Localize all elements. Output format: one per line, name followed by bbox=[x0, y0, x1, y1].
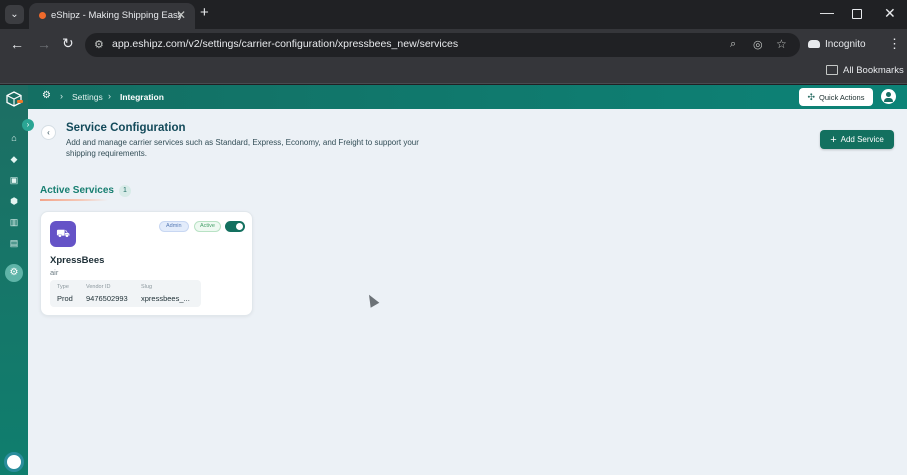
settings-gear-icon[interactable]: ⚙ bbox=[5, 264, 23, 282]
type-label: Type bbox=[57, 284, 69, 290]
truck-icon: ⛟ bbox=[50, 221, 76, 247]
user-avatar-icon[interactable] bbox=[881, 89, 896, 104]
incognito-icon bbox=[808, 40, 820, 48]
window-close-icon[interactable]: ✕ bbox=[884, 5, 896, 22]
mouse-cursor bbox=[364, 292, 380, 308]
breadcrumb-integration: Integration bbox=[120, 92, 164, 102]
address-bar[interactable]: ⚙ app.eshipz.com/v2/settings/carrier-con… bbox=[85, 33, 800, 57]
shield-icon[interactable]: ⬢ bbox=[8, 195, 20, 207]
forward-arrow-icon[interactable]: → bbox=[37, 36, 51, 52]
service-enabled-toggle[interactable] bbox=[225, 221, 245, 232]
new-tab-plus-icon[interactable]: + bbox=[200, 4, 209, 21]
incognito-label: Incognito bbox=[825, 38, 866, 50]
back-button[interactable]: ‹ bbox=[41, 125, 56, 140]
back-arrow-icon[interactable]: ← bbox=[10, 36, 24, 52]
app-window: ⌂ ◆ ▣ ⬢ ▥ ▤ ⚙ › ⚙ › Settings › Integrati… bbox=[0, 85, 907, 475]
quick-actions-label: Quick Actions bbox=[819, 92, 865, 102]
reports-icon[interactable]: ▤ bbox=[8, 237, 20, 249]
chat-support-icon[interactable] bbox=[4, 452, 24, 472]
admin-badge: Admin bbox=[159, 221, 189, 232]
active-services-count: 1 bbox=[119, 185, 131, 197]
section-underline bbox=[40, 199, 108, 201]
sparkle-icon: ✣ bbox=[807, 91, 816, 102]
toggle-knob bbox=[236, 223, 243, 230]
orders-icon[interactable]: ◆ bbox=[8, 153, 20, 165]
breadcrumb-chevron-icon: › bbox=[108, 91, 111, 101]
all-bookmarks-link[interactable]: All Bookmarks bbox=[843, 65, 904, 76]
favicon-icon bbox=[39, 12, 46, 19]
settings-gear-icon[interactable]: ⚙ bbox=[42, 91, 52, 101]
active-badge: Active bbox=[194, 221, 221, 232]
tab-search-chevron-icon[interactable]: ⌄ bbox=[5, 5, 24, 24]
eshipz-logo-icon[interactable] bbox=[6, 91, 23, 107]
page-description: Add and manage carrier services such as … bbox=[66, 138, 419, 158]
star-icon[interactable]: ☆ bbox=[776, 37, 787, 51]
main-content: ‹ Service Configuration Add and manage c… bbox=[28, 109, 907, 475]
slug-label: Slug bbox=[141, 284, 153, 290]
window-minimize-icon[interactable]: — bbox=[820, 4, 834, 20]
service-details: Type Prod Vendor ID 9476502993 Slug xpre… bbox=[50, 280, 201, 307]
breadcrumb-chevron-icon: › bbox=[60, 91, 63, 101]
service-card[interactable]: ⛟ Admin Active XpressBees air Type Prod … bbox=[40, 211, 253, 316]
add-service-button[interactable]: + Add Service bbox=[820, 130, 894, 149]
vendor-id-label: Vendor ID bbox=[86, 284, 111, 290]
sidebar-expand-chevron-icon[interactable]: › bbox=[22, 119, 34, 131]
zoom-icon[interactable]: ⌕ bbox=[730, 38, 736, 51]
url-text[interactable]: app.eshipz.com/v2/settings/carrier-confi… bbox=[112, 38, 458, 50]
sidebar: ⌂ ◆ ▣ ⬢ ▥ ▤ ⚙ bbox=[0, 85, 28, 475]
incognito-indicator[interactable]: Incognito bbox=[808, 34, 866, 54]
eye-off-icon[interactable]: ◎ bbox=[753, 38, 763, 51]
quick-actions-button[interactable]: ✣ Quick Actions bbox=[799, 88, 873, 106]
browser-tab[interactable]: eShipz - Making Shipping Easy ✕ bbox=[29, 3, 195, 29]
tab-close-icon[interactable]: ✕ bbox=[176, 8, 186, 22]
warehouse-icon[interactable]: ▥ bbox=[8, 216, 20, 228]
vendor-id-value: 9476502993 bbox=[86, 294, 128, 303]
bookmarks-bar: All Bookmarks bbox=[0, 60, 907, 84]
page-title: Service Configuration bbox=[66, 122, 186, 134]
slug-value: xpressbees_... bbox=[141, 294, 190, 303]
carrier-mode: air bbox=[50, 268, 59, 277]
home-icon[interactable]: ⌂ bbox=[8, 132, 20, 144]
add-service-label: Add Service bbox=[840, 135, 884, 144]
kebab-menu-icon[interactable]: ⋮ bbox=[888, 36, 901, 52]
browser-toolbar: ← → ↻ ⚙ app.eshipz.com/v2/settings/carri… bbox=[0, 29, 907, 60]
folder-icon bbox=[826, 65, 838, 75]
active-services-heading: Active Services bbox=[40, 185, 114, 196]
window-restore-icon[interactable] bbox=[852, 9, 862, 19]
app-header: ⚙ › Settings › Integration ✣ Quick Actio… bbox=[28, 85, 907, 109]
site-info-icon[interactable]: ⚙ bbox=[94, 38, 104, 51]
plus-icon: + bbox=[830, 133, 837, 146]
reload-icon[interactable]: ↻ bbox=[62, 35, 74, 52]
tab-title: eShipz - Making Shipping Easy bbox=[51, 10, 183, 21]
type-value: Prod bbox=[57, 294, 73, 303]
carrier-name: XpressBees bbox=[50, 255, 105, 266]
shipments-icon[interactable]: ▣ bbox=[8, 174, 20, 186]
breadcrumb-settings[interactable]: Settings bbox=[72, 92, 103, 102]
browser-tab-bar: ⌄ eShipz - Making Shipping Easy ✕ + — ✕ bbox=[0, 0, 907, 29]
